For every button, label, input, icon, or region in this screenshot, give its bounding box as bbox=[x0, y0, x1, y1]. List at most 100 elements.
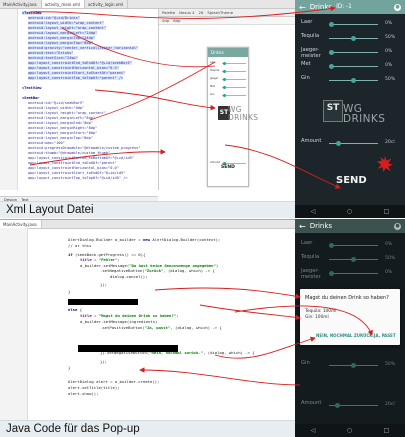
java-code-line: AlertDialog.Builder a_builder = new Aler… bbox=[68, 238, 220, 242]
preview-row-label: Tequila bbox=[210, 69, 220, 72]
nav-back-icon[interactable]: ◁ bbox=[311, 427, 316, 434]
code-token: "Fehler" bbox=[98, 257, 118, 262]
preview-slider-thumb bbox=[223, 93, 226, 97]
code-token: "Ja, passt" bbox=[144, 325, 171, 330]
phone-screen-app: ← Drinks ID: -1 ● Laer 0% Tequila 50% Jaeger… bbox=[295, 0, 405, 218]
device-selector[interactable]: Nexus 4 bbox=[179, 10, 194, 15]
drink-percent: 0% bbox=[385, 242, 393, 247]
xml-code-line: android:textSize="24sp" bbox=[28, 56, 78, 60]
preview-row-label: Met bbox=[210, 85, 215, 88]
drink-slider-track[interactable] bbox=[329, 66, 378, 67]
xml-code-line: android:thumb="@drawable/custom_thumb" bbox=[28, 151, 111, 155]
preview-slider-thumb bbox=[223, 69, 226, 73]
xml-code-line: app:layout_constraintEnd_toEndOf="parent… bbox=[28, 161, 117, 165]
xml-code-line: android:id="@+id/Drinks" bbox=[28, 16, 80, 20]
drink-label: Tequila bbox=[301, 254, 320, 260]
xml-editor-panel: MainActivity.java activity_main.xml acti… bbox=[0, 0, 295, 218]
amount-slider-thumb[interactable] bbox=[335, 141, 341, 146]
xml-code-line: android:max="100" bbox=[28, 141, 65, 145]
android-nav-bar: ◁ ○ □ bbox=[295, 424, 405, 437]
java-code-line: alert.setTitle(title); bbox=[68, 386, 120, 390]
preview-row-label: Jaeger bbox=[210, 77, 219, 80]
drink-slider-thumb[interactable] bbox=[329, 243, 334, 248]
drink-slider-track[interactable] bbox=[329, 273, 378, 274]
code-token: ; bbox=[117, 257, 120, 262]
default-margin[interactable]: 8dp bbox=[173, 18, 180, 23]
drink-slider-thumb[interactable] bbox=[329, 271, 334, 276]
code-token: "Magst du deinen Drink so haben?" bbox=[98, 313, 177, 318]
nav-recents-icon[interactable]: □ bbox=[384, 208, 390, 215]
drink-slider-thumb[interactable] bbox=[351, 78, 356, 83]
confirm-dialog: Magst du deinen Drink so haben? Tequila:… bbox=[300, 289, 400, 345]
preview-send-button[interactable]: SEND bbox=[221, 165, 235, 170]
drink-slider-thumb[interactable] bbox=[351, 363, 356, 368]
preview-row-label: Gin bbox=[210, 93, 215, 96]
tab-main-activity[interactable]: MainActivity.java bbox=[0, 0, 42, 8]
xml-code-area[interactable]: <TextView android:id="@+id/Drinks" android… bbox=[0, 9, 158, 190]
xml-code-line: android:progressDrawable="@drawable/cust… bbox=[28, 146, 141, 150]
xml-code-line: android:gravity="center_vertical|center_… bbox=[28, 46, 139, 50]
palette-label[interactable]: Palette bbox=[162, 10, 175, 15]
line-gutter bbox=[0, 9, 18, 190]
drink-slider-track[interactable] bbox=[329, 52, 378, 53]
tab-activity-main-xml[interactable]: activity_main.xml bbox=[41, 0, 85, 8]
code-token: } bbox=[68, 365, 71, 370]
java-editor-panel: MainActivity.java AlertDialog.Builder a_… bbox=[0, 219, 295, 437]
drink-label: Gin bbox=[301, 75, 310, 81]
xml-code-line: android:layout_width="wrap_content" bbox=[28, 21, 104, 25]
redacted-line bbox=[68, 299, 138, 305]
dialog-positive-button[interactable]: JA, PASST bbox=[374, 333, 396, 338]
java-code-line: } bbox=[68, 290, 70, 294]
drink-slider-thumb[interactable] bbox=[351, 36, 356, 41]
xml-code-line: android:layout_marginTop="8dp" bbox=[28, 136, 93, 140]
code-token: } bbox=[68, 289, 71, 294]
xml-code-line: android:layout_marginTop="8dp" bbox=[28, 41, 93, 45]
xml-code-line: android:layout_marginStart="8dp" bbox=[28, 131, 98, 135]
back-arrow-icon[interactable]: ← bbox=[299, 3, 306, 12]
xml-code-line: android:layout_marginEnd="8dp" bbox=[28, 121, 93, 125]
code-token: AlertDialog.Builder(context); bbox=[152, 237, 221, 242]
code-token: alert.show(); bbox=[68, 391, 99, 396]
drink-slider-thumb[interactable] bbox=[329, 50, 334, 55]
nav-recents-icon[interactable]: □ bbox=[384, 427, 390, 434]
dialog-negative-button[interactable]: NEIN, NOCHMAL ZURÜCK. bbox=[316, 333, 374, 338]
account-icon[interactable]: ● bbox=[394, 222, 401, 230]
xml-code-line: android:layout_width="0dp" bbox=[28, 106, 85, 110]
nav-home-icon[interactable]: ○ bbox=[347, 208, 352, 215]
drink-slider-thumb[interactable] bbox=[329, 22, 334, 27]
drink-slider-thumb[interactable] bbox=[329, 64, 334, 69]
code-token: .setPositiveButton( bbox=[100, 325, 145, 330]
code-token: , (dialog, which) -> { bbox=[170, 325, 222, 330]
tab-activity-login-xml[interactable]: activity_login.xml bbox=[85, 0, 129, 8]
drink-slider-track[interactable] bbox=[329, 245, 378, 246]
api-selector[interactable]: 26 bbox=[199, 10, 204, 15]
nav-back-icon[interactable]: ◁ bbox=[311, 208, 316, 215]
margin-value[interactable]: 0dp bbox=[162, 18, 169, 23]
xml-code-line: <TextView bbox=[22, 11, 42, 15]
code-token: title bbox=[80, 257, 95, 262]
xml-code-line: android:layout_height="wrap_content" bbox=[28, 111, 106, 115]
layout-preview-phone[interactable]: Drinks Lasr Tequila Jaeger Met Gin Amount ST … bbox=[207, 47, 258, 187]
layout-design-area: Palette Nexus 4 26 SplashTheme 0dp 8dp D… bbox=[158, 9, 295, 190]
tab-main-activity-java[interactable]: MainActivity.java bbox=[0, 220, 42, 228]
drink-slider-thumb[interactable] bbox=[351, 257, 356, 262]
java-code-line: .setPositiveButton("Ja, passt", (dialog,… bbox=[100, 326, 222, 330]
code-token: ) bbox=[215, 263, 219, 268]
nav-home-icon[interactable]: ○ bbox=[347, 427, 352, 434]
code-token: else bbox=[68, 307, 80, 312]
preview-row: Jaeger bbox=[210, 77, 248, 82]
drink-slider-track[interactable] bbox=[329, 24, 378, 25]
drink-percent: 50% bbox=[385, 256, 396, 261]
app-logo: ST bbox=[323, 100, 343, 122]
java-code-line: .setNegativeButton("Zurück", (dialog, wh… bbox=[100, 269, 215, 273]
code-token: .setNegativeButton( bbox=[100, 268, 145, 273]
preview-title: Drinks bbox=[208, 48, 248, 57]
back-arrow-icon[interactable]: ← bbox=[299, 222, 306, 231]
java-code-line: alert.show(); bbox=[68, 392, 98, 396]
theme-selector[interactable]: SplashTheme bbox=[207, 10, 233, 15]
send-button[interactable]: SEND bbox=[336, 175, 367, 186]
app-title: Drinks bbox=[309, 222, 333, 230]
amount-slider-thumb[interactable] bbox=[335, 403, 340, 408]
drink-percent: 0% bbox=[385, 49, 393, 54]
account-icon[interactable]: ● bbox=[394, 3, 401, 11]
